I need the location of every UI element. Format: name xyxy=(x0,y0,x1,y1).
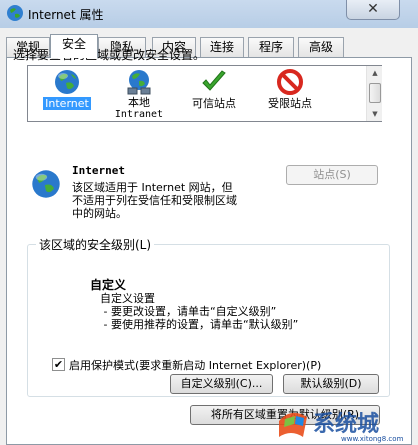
zone-internet-label: Internet xyxy=(43,97,91,110)
zone-restricted-label: 受限站点 xyxy=(268,97,312,110)
scroll-thumb[interactable] xyxy=(369,83,381,103)
tab-advanced[interactable]: 高级 xyxy=(298,37,344,57)
svg-text:系统城: 系统城 xyxy=(313,411,379,437)
protected-mode-label: 启用保护模式(要求重新启动 Internet Explorer)(P) xyxy=(69,359,322,372)
selected-zone-globe-icon xyxy=(32,170,60,198)
security-level-description: 自定义设置 - 要更改设置，请单击“自定义级别” - 要使用推荐的设置，请单击“… xyxy=(100,292,299,331)
sites-button[interactable]: 站点(S) xyxy=(286,165,378,185)
custom-level-button[interactable]: 自定义级别(C)... xyxy=(170,374,273,394)
zone-info-description: 该区域适用于 Internet 网站，但 不适用于列在受信任和受限制区域 中的网… xyxy=(72,181,237,220)
checkmark-icon xyxy=(202,70,226,91)
site-watermark-logo: 系统城 www.xitong8.com xyxy=(279,411,404,443)
scroll-up-arrow-icon[interactable]: ▲ xyxy=(367,66,383,80)
protected-mode-checkbox[interactable]: ✔ xyxy=(52,358,65,371)
window-title: Internet 属性 xyxy=(28,8,104,22)
zone-local-label: 本地 xyxy=(128,96,150,109)
internet-options-icon xyxy=(7,5,23,21)
zone-info-title: Internet xyxy=(72,164,125,177)
prohibited-icon xyxy=(277,69,303,95)
zone-prompt: 选择要查看的区域或更改安全设置。 xyxy=(13,48,206,62)
zone-restricted-sites[interactable]: 受限站点 xyxy=(260,68,320,110)
globe-icon xyxy=(55,70,79,94)
tab-connections[interactable]: 连接 xyxy=(200,37,244,57)
default-level-button[interactable]: 默认级别(D) xyxy=(283,374,379,394)
security-level-group-label: 该区域的安全级别(L) xyxy=(36,236,155,253)
title-bar: Internet 属性 ✕ xyxy=(0,0,418,28)
svg-text:www.xitong8.com: www.xitong8.com xyxy=(341,435,404,443)
zone-trusted-label: 可信站点 xyxy=(192,97,236,110)
zone-local-intranet[interactable]: 本地 Intranet xyxy=(110,68,168,120)
scroll-down-arrow-icon[interactable]: ▼ xyxy=(367,107,383,121)
security-level-name: 自定义 xyxy=(90,278,127,292)
zone-internet[interactable]: Internet xyxy=(38,68,96,110)
zone-trusted-sites[interactable]: 可信站点 xyxy=(184,68,244,110)
close-button[interactable]: ✕ xyxy=(346,0,400,20)
tab-programs[interactable]: 程序 xyxy=(248,37,294,57)
zone-list: Internet 本地 Intranet 可信站点 受限站点 ▲ ▼ xyxy=(27,65,382,122)
zone-local-sublabel: Intranet xyxy=(114,109,164,120)
zone-list-scrollbar[interactable]: ▲ ▼ xyxy=(366,66,382,121)
globe-network-icon xyxy=(127,70,151,95)
tab-security[interactable]: 安全 xyxy=(50,34,98,58)
